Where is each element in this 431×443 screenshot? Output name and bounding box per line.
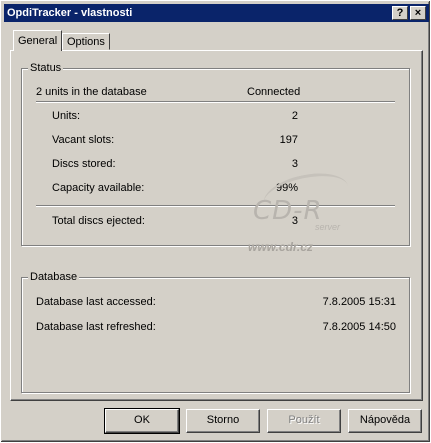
status-group-title: Status	[28, 61, 64, 75]
db-last-accessed-label: Database last accessed:	[36, 296, 156, 308]
properties-dialog: OpdiTracker - vlastnosti ? × General Opt…	[0, 0, 431, 443]
database-group: Database	[21, 270, 410, 393]
watermark-tagline: server	[315, 222, 341, 232]
tab-options-label: Options	[67, 36, 105, 48]
help-icon[interactable]: ?	[392, 6, 408, 20]
title-bar[interactable]: OpdiTracker - vlastnosti ? ×	[4, 4, 429, 22]
vacant-slots-value: 197	[279, 134, 298, 146]
watermark-logo: CD-R	[253, 196, 323, 226]
vacant-slots-label: Vacant slots:	[52, 134, 115, 146]
discs-stored-value: 3	[291, 158, 298, 170]
apply-button[interactable]: Použít	[267, 409, 341, 433]
window-title: OpdiTracker - vlastnosti	[7, 7, 133, 19]
status-divider-bottom	[36, 205, 395, 207]
discs-stored-label: Discs stored:	[52, 158, 116, 170]
cancel-button[interactable]: Storno	[186, 409, 260, 433]
tab-general-label: General	[18, 35, 58, 47]
db-last-refreshed-value: 7.8.2005 14:50	[322, 321, 396, 333]
help-button[interactable]: Nápověda	[348, 409, 422, 433]
capacity-available-label: Capacity available:	[52, 182, 145, 194]
database-group-title: Database	[28, 270, 80, 284]
tab-options[interactable]: Options	[62, 33, 110, 50]
units-label: Units:	[52, 110, 81, 122]
close-icon[interactable]: ×	[410, 6, 426, 20]
db-last-accessed-value: 7.8.2005 15:31	[322, 296, 396, 308]
ok-button[interactable]: OK	[104, 408, 180, 434]
status-summary-label: 2 units in the database	[36, 86, 147, 98]
units-value: 2	[291, 110, 298, 122]
total-discs-ejected-label: Total discs ejected:	[52, 215, 145, 227]
watermark-url: www.cdr.cz	[248, 240, 313, 254]
tab-general[interactable]: General	[13, 30, 63, 51]
status-summary-value: Connected	[247, 86, 301, 98]
status-divider-top	[36, 101, 395, 103]
db-last-refreshed-label: Database last refreshed:	[36, 321, 156, 333]
